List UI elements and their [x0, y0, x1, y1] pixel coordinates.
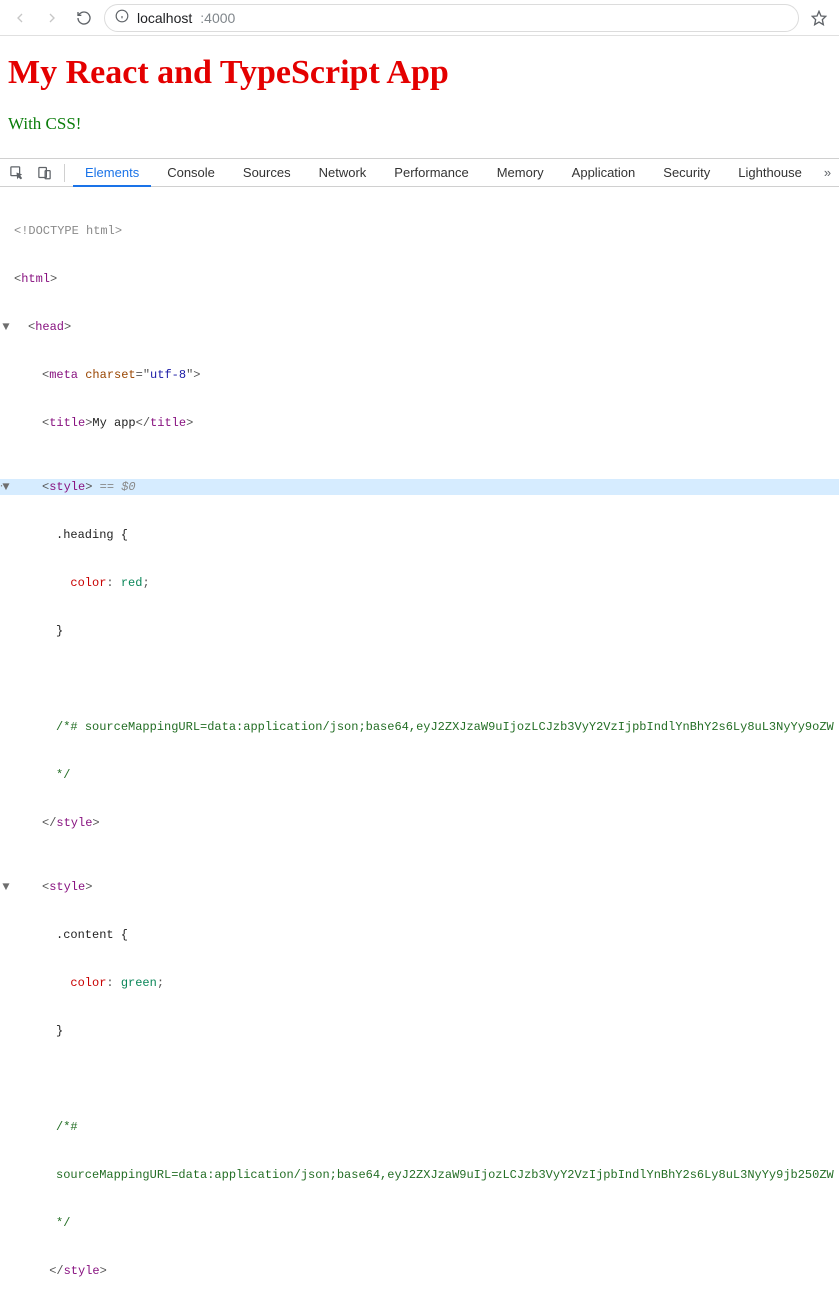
dom-style1-rule-sel[interactable]: .heading {: [0, 527, 839, 543]
dom-style2-open[interactable]: ▼<style>: [0, 879, 839, 895]
dom-style1-rule-close[interactable]: }: [0, 623, 839, 639]
page-heading: My React and TypeScript App: [8, 54, 831, 92]
dom-style2-rule-close[interactable]: }: [0, 1023, 839, 1039]
dom-style1-rule-prop[interactable]: color: red;: [0, 575, 839, 591]
tab-sources[interactable]: Sources: [231, 159, 303, 187]
site-info-icon[interactable]: [115, 9, 129, 26]
dom-blank: [0, 1071, 839, 1087]
tab-console[interactable]: Console: [155, 159, 227, 187]
dom-head-open[interactable]: ▼<head>: [0, 319, 839, 335]
dom-html-open[interactable]: <html>: [0, 271, 839, 287]
tab-separator: [64, 164, 65, 182]
tab-lighthouse[interactable]: Lighthouse: [726, 159, 814, 187]
rendered-page: My React and TypeScript App With CSS!: [0, 36, 839, 158]
url-host: localhost: [137, 10, 192, 26]
elements-dom-tree[interactable]: <!DOCTYPE html> <html> ▼<head> <meta cha…: [0, 187, 839, 1290]
devtools-panel: Elements Console Sources Network Perform…: [0, 158, 839, 1290]
tab-security[interactable]: Security: [651, 159, 722, 187]
dom-blank: [0, 671, 839, 687]
dom-style1-comment[interactable]: /*# sourceMappingURL=data:application/js…: [0, 719, 839, 735]
bookmark-star-icon[interactable]: [807, 6, 831, 30]
tab-memory[interactable]: Memory: [485, 159, 556, 187]
tab-application[interactable]: Application: [560, 159, 648, 187]
address-bar[interactable]: localhost :4000: [104, 4, 799, 32]
twisty-open-icon[interactable]: ▼: [0, 879, 12, 895]
tab-elements[interactable]: Elements: [73, 159, 151, 187]
dom-style1-comment-close[interactable]: */: [0, 767, 839, 783]
dom-title[interactable]: <title>My app</title>: [0, 415, 839, 431]
twisty-open-icon[interactable]: ▼: [0, 319, 12, 335]
dom-style2-rule-prop[interactable]: color: green;: [0, 975, 839, 991]
device-toolbar-icon[interactable]: [32, 161, 56, 185]
dom-doctype[interactable]: <!DOCTYPE html>: [0, 223, 839, 239]
devtools-tabbar: Elements Console Sources Network Perform…: [0, 159, 839, 187]
browser-toolbar: localhost :4000: [0, 0, 839, 36]
dom-style2-comment-body[interactable]: sourceMappingURL=data:application/json;b…: [0, 1167, 839, 1183]
dom-style1-open[interactable]: ▼<style> == $0: [0, 479, 839, 495]
tab-performance[interactable]: Performance: [382, 159, 480, 187]
tab-network[interactable]: Network: [307, 159, 379, 187]
reload-button[interactable]: [72, 6, 96, 30]
dom-style1-close[interactable]: </style>: [0, 815, 839, 831]
page-subtext: With CSS!: [8, 114, 831, 134]
forward-button[interactable]: [40, 6, 64, 30]
dom-style2-comment-open[interactable]: /*#: [0, 1119, 839, 1135]
url-port: :4000: [200, 10, 235, 26]
dom-meta[interactable]: <meta charset="utf-8">: [0, 367, 839, 383]
back-button[interactable]: [8, 6, 32, 30]
twisty-open-icon[interactable]: ▼: [0, 479, 12, 495]
tab-overflow-icon[interactable]: »: [818, 159, 837, 187]
dom-style2-rule-sel[interactable]: .content {: [0, 927, 839, 943]
inspect-element-icon[interactable]: [4, 161, 28, 185]
dom-style2-comment-close[interactable]: */: [0, 1215, 839, 1231]
dom-style2-close[interactable]: </style>: [0, 1263, 839, 1279]
